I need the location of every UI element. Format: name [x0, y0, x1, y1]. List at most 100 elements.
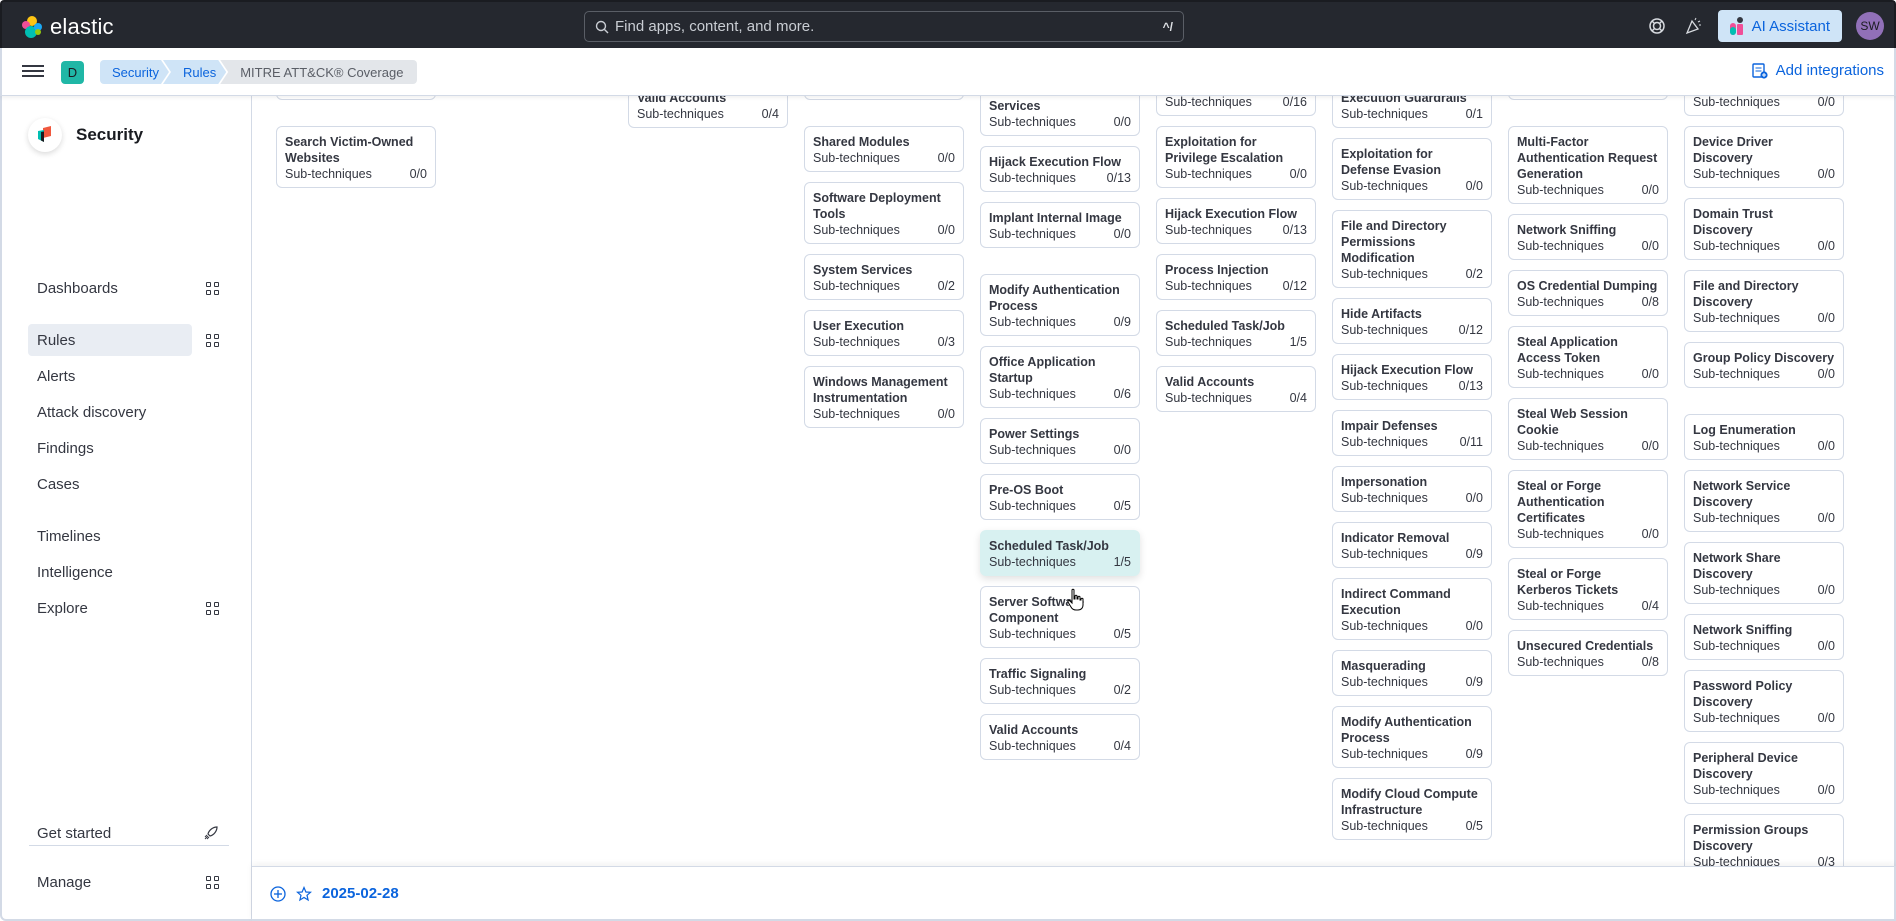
technique-card[interactable]: Debugger EvasionSub-techniques0/0: [1684, 96, 1844, 116]
sub-techniques-label: Sub-techniques: [1165, 391, 1252, 405]
technique-card[interactable]: Network Sniffing Sub-techniques 0/0: [1684, 614, 1844, 660]
technique-card[interactable]: Office Application Startup Sub-techniques…: [980, 346, 1140, 408]
sub-techniques-label: Sub-techniques: [1165, 279, 1252, 293]
technique-card[interactable]: Hijack Execution Flow Sub-techniques 0/13: [1156, 198, 1316, 244]
timeline-title[interactable]: 2025-02-28: [322, 885, 399, 902]
technique-card[interactable]: Steal or Forge Authentication Certificat…: [1508, 470, 1668, 548]
technique-card[interactable]: ExecutionSub-techniques0/16: [1156, 96, 1316, 116]
technique-card[interactable]: Server Software Component Sub-techniques 0…: [980, 586, 1140, 648]
search-shortcut: ^/: [1162, 19, 1173, 34]
breadcrumb-rules[interactable]: Rules: [163, 60, 226, 84]
add-timeline-icon[interactable]: [270, 885, 286, 902]
technique-card[interactable]: Shared Modules Sub-techniques 0/0: [804, 126, 964, 172]
nav-item-rules[interactable]: Rules: [28, 324, 192, 356]
news-feed-icon[interactable]: [1682, 15, 1704, 37]
technique-card[interactable]: System Services Sub-techniques 0/2: [804, 254, 964, 300]
technique-card[interactable]: Exploitation for Defense Evasion Sub-tech…: [1332, 138, 1492, 200]
grid-icon[interactable]: [206, 282, 219, 295]
nav-item-cases[interactable]: Cases: [28, 468, 192, 500]
technique-card[interactable]: Network Share Discovery Sub-techniques 0/0: [1684, 542, 1844, 604]
technique-name: Search Victim-Owned Websites: [285, 135, 414, 165]
sub-techniques-count: 0/0: [1817, 167, 1835, 181]
technique-card[interactable]: Exploitation for Privilege Escalation Sub…: [1156, 126, 1316, 188]
nav-item-timelines[interactable]: Timelines: [28, 520, 192, 552]
technique-card[interactable]: Domain Trust Discovery Sub-techniques 0/0: [1684, 198, 1844, 260]
technique-card[interactable]: Modify Authentication Process Sub-techniq…: [980, 274, 1140, 336]
technique-card[interactable]: Indirect Command Execution Sub-techniques…: [1332, 578, 1492, 640]
technique-card[interactable]: Valid Accounts Sub-techniques 0/4: [1156, 366, 1316, 412]
technique-card[interactable]: OS Credential Dumping Sub-techniques 0/8: [1508, 270, 1668, 316]
technique-card[interactable]: Scheduled Task/Job Sub-techniques 1/5: [1156, 310, 1316, 356]
technique-card[interactable]: Hide Artifacts Sub-techniques 0/12: [1332, 298, 1492, 344]
technique-card[interactable]: Modify Authentication Process Sub-techniq…: [1332, 706, 1492, 768]
technique-card[interactable]: External Remote Services Sub-techniques 0/…: [980, 96, 1140, 136]
technique-card[interactable]: Peripheral Device Discovery Sub-technique…: [1684, 742, 1844, 804]
technique-card[interactable]: Process Injection Sub-techniques 0/12: [1156, 254, 1316, 300]
technique-card[interactable]: File and Directory Permissions Modificat…: [1332, 210, 1492, 288]
technique-card[interactable]: Permission Groups Discovery Sub-technique…: [1684, 814, 1844, 866]
technique-card[interactable]: Sub-techniques0/3: [276, 96, 436, 100]
technique-card[interactable]: Valid Accounts Sub-techniques 0/4: [628, 96, 788, 128]
sub-techniques-label: Sub-techniques: [813, 151, 900, 165]
technique-card[interactable]: Network Sniffing Sub-techniques 0/0: [1508, 214, 1668, 260]
user-avatar[interactable]: SW: [1856, 12, 1884, 40]
technique-card[interactable]: User Execution Sub-techniques 0/3: [804, 310, 964, 356]
sub-techniques-label: Sub-techniques: [1693, 711, 1780, 725]
grid-icon[interactable]: [206, 602, 219, 615]
add-integrations-link[interactable]: Add integrations: [1751, 62, 1884, 79]
technique-card[interactable]: Device Driver Discovery Sub-techniques 0/0: [1684, 126, 1844, 188]
technique-card[interactable]: Password Policy Discovery Sub-techniques 0…: [1684, 670, 1844, 732]
technique-card[interactable]: Steal Web Session Cookie Sub-techniques 0/…: [1508, 398, 1668, 460]
technique-card[interactable]: Group Policy Discovery Sub-techniques 0/0: [1684, 342, 1844, 388]
technique-card[interactable]: Implant Internal Image Sub-techniques 0/0: [980, 202, 1140, 248]
technique-card[interactable]: Sub-techniques0/0: [804, 96, 964, 100]
grid-icon[interactable]: [206, 334, 219, 347]
technique-card[interactable]: Software Deployment Tools Sub-techniques 0…: [804, 182, 964, 244]
nav-item-explore[interactable]: Explore: [28, 592, 192, 624]
technique-card[interactable]: Valid Accounts Sub-techniques 0/4: [980, 714, 1140, 760]
nav-item-attack-discovery[interactable]: Attack discovery: [28, 396, 192, 428]
technique-card[interactable]: Search Victim-Owned Websites Sub-techniqu…: [276, 126, 436, 188]
nav-item-alerts[interactable]: Alerts: [28, 360, 192, 392]
technique-card[interactable]: Scheduled Task/Job Sub-techniques 1/5: [980, 530, 1140, 576]
technique-card[interactable]: Windows Management Instrumentation Sub-te…: [804, 366, 964, 428]
sub-techniques-label: Sub-techniques: [1693, 311, 1780, 325]
technique-card[interactable]: Power Settings Sub-techniques 0/0: [980, 418, 1140, 464]
technique-card[interactable]: Impersonation Sub-techniques 0/0: [1332, 466, 1492, 512]
technique-card[interactable]: Log Enumeration Sub-techniques 0/0: [1684, 414, 1844, 460]
technique-card[interactable]: Pre-OS Boot Sub-techniques 0/5: [980, 474, 1140, 520]
sub-techniques-count: 0/4: [761, 107, 779, 121]
space-avatar[interactable]: D: [61, 61, 84, 84]
technique-card[interactable]: Indicator Removal Sub-techniques 0/9: [1332, 522, 1492, 568]
technique-card[interactable]: Impair Defenses Sub-techniques 0/11: [1332, 410, 1492, 456]
technique-card[interactable]: Multi-Factor Authentication Request Gene…: [1508, 126, 1668, 204]
nav-item-intelligence[interactable]: Intelligence: [28, 556, 192, 588]
technique-card[interactable]: Hijack Execution Flow Sub-techniques 0/13: [980, 146, 1140, 192]
hamburger-menu-icon[interactable]: [22, 62, 44, 82]
technique-card[interactable]: Traffic Signaling Sub-techniques 0/2: [980, 658, 1140, 704]
technique-card[interactable]: Steal Application Access Token Sub-techni…: [1508, 326, 1668, 388]
sub-techniques-row: Sub-techniques 0/16: [1165, 96, 1307, 110]
global-search-input[interactable]: Find apps, content, and more. ^/: [584, 11, 1184, 42]
ai-assistant-button[interactable]: AI Assistant: [1717, 10, 1842, 42]
technique-name: Network Share Discovery: [1693, 551, 1781, 581]
nav-item-manage[interactable]: Manage: [28, 866, 192, 898]
help-icon[interactable]: [1646, 15, 1668, 37]
grid-icon[interactable]: [206, 876, 219, 889]
technique-card[interactable]: Unsecured Credentials Sub-techniques 0/8: [1508, 630, 1668, 676]
elastic-logo[interactable]: elastic: [20, 14, 114, 40]
technique-card[interactable]: Masquerading Sub-techniques 0/9: [1332, 650, 1492, 696]
technique-card[interactable]: Hijack Execution Flow Sub-techniques 0/13: [1332, 354, 1492, 400]
technique-card[interactable]: Network Service Discovery Sub-techniques 0…: [1684, 470, 1844, 532]
nav-item-dashboards[interactable]: Dashboards: [28, 272, 192, 304]
star-icon[interactable]: [296, 885, 312, 902]
nav-item-findings[interactable]: Findings: [28, 432, 192, 464]
technique-card[interactable]: File and Directory Discovery Sub-techniqu…: [1684, 270, 1844, 332]
breadcrumb-security[interactable]: Security: [100, 60, 169, 84]
sub-techniques-row: Sub-techniques 0/0: [989, 226, 1131, 242]
technique-card[interactable]: Modify Cloud Compute Infrastructure Sub-t…: [1332, 778, 1492, 840]
technique-card[interactable]: Steal or Forge Kerberos Tickets Sub-techn…: [1508, 558, 1668, 620]
technique-card[interactable]: Execution Guardrails Sub-techniques 0/1: [1332, 96, 1492, 128]
sub-techniques-label: Sub-techniques: [1693, 439, 1780, 453]
technique-card[interactable]: Sub-techniques0/0: [1508, 96, 1668, 100]
